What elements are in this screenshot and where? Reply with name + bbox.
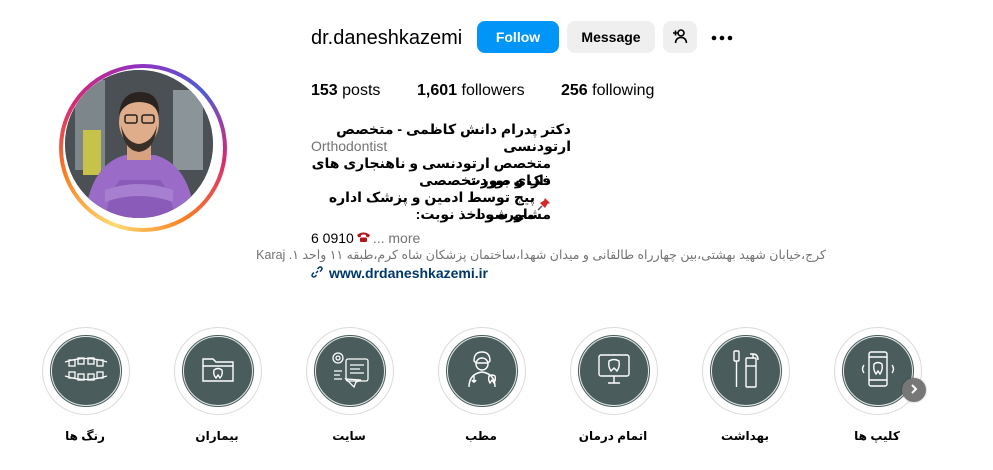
highlight-label: کلیپ ها [854,429,900,443]
posts-count: 153 [311,82,338,99]
add-user-icon [672,28,688,47]
highlight-label: رنگ ها [65,429,105,443]
bio-phone: 6 0910 [311,230,354,246]
posts-label: posts [342,82,381,99]
avatar-photo [65,70,213,218]
website-link[interactable]: www.drdaneshkazemi.ir [311,265,488,281]
telephone-icon [356,230,371,246]
highlight-item[interactable] [438,327,526,415]
highlight-label: اتمام درمان [578,429,648,443]
bio-category: Orthodontist [311,138,388,154]
bio-phone-line: 6 0910 ... more [311,230,420,246]
highlight-item[interactable] [174,327,262,415]
highlight-label: بهداشت [721,429,769,443]
following-label: following [592,82,655,99]
highlight-item[interactable] [42,327,130,415]
bio-address[interactable]: کرج،خیابان شهید بهشتی،بین چهارراه طالقان… [256,247,826,262]
posts-stat: 153 posts [311,82,380,100]
website-url: www.drdaneshkazemi.ir [329,265,488,281]
highlights-next-button[interactable] [902,378,926,402]
bio-line: دارای بورد تخصصی [419,172,551,188]
following-count: 256 [561,82,588,99]
highlight-label: بیماران [195,429,239,443]
more-dots-icon [711,28,733,46]
suggested-users-button[interactable] [663,21,697,53]
profile-avatar[interactable] [59,64,227,232]
link-icon [311,265,323,281]
highlight-label: مطب [465,429,497,443]
followers-count: 1,601 [417,82,458,99]
username: dr.daneshkazemi [311,27,463,49]
following-stat[interactable]: 256 following [561,82,654,100]
highlight-label: سایت [332,429,366,443]
message-button[interactable]: Message [567,21,655,53]
followers-label: followers [461,82,525,99]
followers-stat[interactable]: 1,601 followers [417,82,525,100]
more-options-button[interactable] [708,21,736,53]
highlight-item[interactable] [570,327,658,415]
highlight-item[interactable] [834,327,922,415]
chevron-right-icon [909,381,919,399]
follow-button[interactable]: Follow [477,21,559,53]
bio-line: مشاوره و اخذ نوبت: [415,206,551,222]
highlight-item[interactable] [306,327,394,415]
highlight-item[interactable] [702,327,790,415]
more-link[interactable]: ... more [373,230,420,246]
